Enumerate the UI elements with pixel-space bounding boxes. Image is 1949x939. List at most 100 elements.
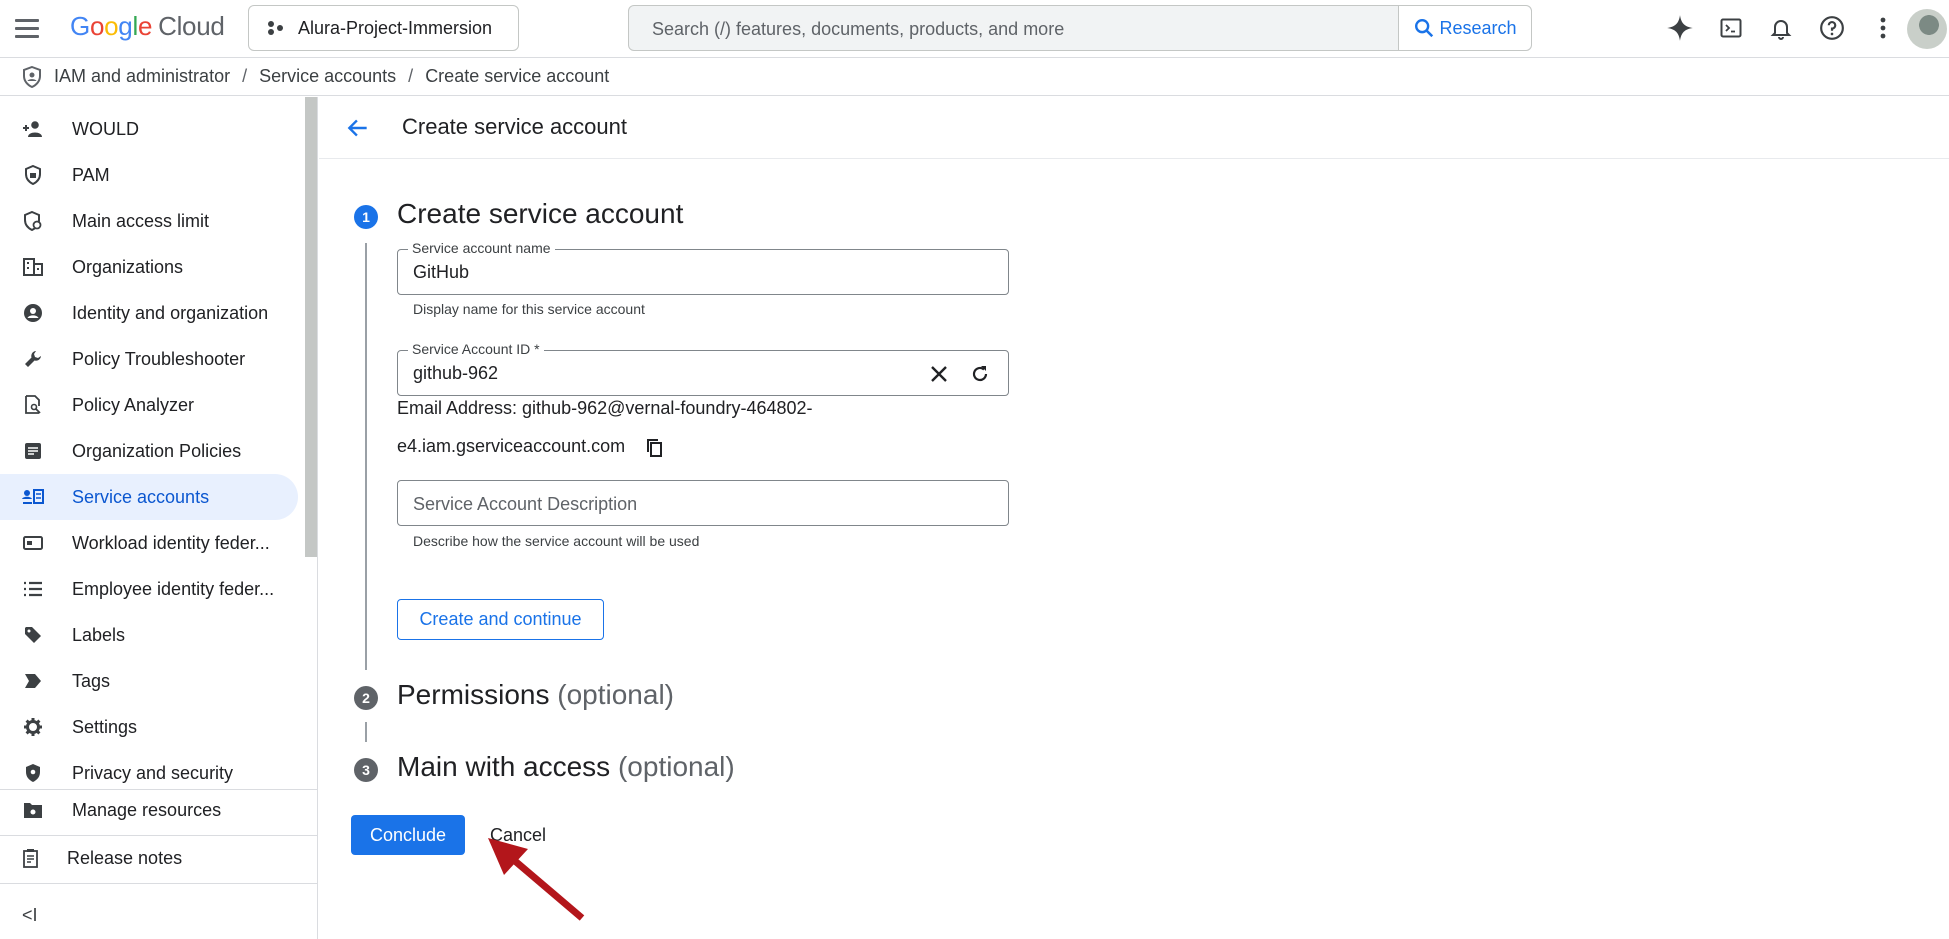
shield-person-icon: [22, 210, 44, 232]
annotation-arrow-icon: [488, 838, 585, 921]
sidebar-item-label: Policy Analyzer: [72, 394, 195, 415]
sidebar-item-organizations[interactable]: Organizations: [0, 244, 298, 290]
list-icon: [22, 578, 44, 600]
sidebar-item-main-access-limit[interactable]: Main access limit: [0, 198, 298, 244]
breadcrumb-separator: /: [242, 66, 248, 86]
step-3-optional: (optional): [617, 751, 735, 782]
release-notes-icon: [20, 847, 42, 869]
more-options-icon[interactable]: [1863, 8, 1903, 48]
step-1-title-text: Create service account: [397, 198, 684, 229]
email-address-line2: e4.iam.gserviceaccount.com: [397, 436, 626, 456]
service-account-id-field[interactable]: Service Account ID * github-962: [397, 341, 1009, 396]
sidebar-item-service-accounts[interactable]: Service accounts: [0, 474, 298, 520]
step-1-title: Create service account: [397, 198, 683, 230]
breadcrumb-iam[interactable]: IAM and administrator: [54, 66, 230, 87]
service-account-name-input[interactable]: GitHub: [413, 262, 469, 283]
top-actions: [1529, 8, 1949, 49]
step-2-title[interactable]: Permissions (optional): [397, 679, 674, 711]
refresh-icon[interactable]: [970, 364, 990, 384]
step-connector: [365, 243, 367, 670]
collapse-sidebar-button[interactable]: <I: [22, 905, 38, 926]
step-connector: [365, 722, 367, 742]
step-1-badge: 1: [354, 205, 378, 229]
sidebar-item-label: Organizations: [72, 256, 184, 277]
iam-shield-icon: [23, 65, 41, 88]
sidebar-item-label: Labels: [72, 624, 126, 645]
page-header: Create service account: [319, 97, 1949, 159]
service-account-description-hint: Describe how the service account will be…: [413, 533, 700, 549]
service-account-name-label: Service account name: [408, 240, 555, 256]
sidebar-item-organization-policies[interactable]: Organization Policies: [0, 428, 298, 474]
sidebar-item-settings[interactable]: Settings: [0, 704, 298, 750]
sidebar-item-label: Workload identity feder...: [72, 532, 270, 553]
back-arrow-icon[interactable]: [345, 115, 371, 141]
sidebar-item-tags[interactable]: Tags: [0, 658, 298, 704]
project-name: Alura-Project-Immersion: [298, 17, 493, 38]
sidebar-item-label: Service accounts: [72, 486, 210, 507]
tag-icon: [22, 670, 44, 692]
sidebar-divider: [0, 883, 318, 884]
copy-icon[interactable]: [646, 438, 664, 458]
google-cloud-logo[interactable]: Google Cloud: [70, 11, 225, 42]
step-3-badge: 3: [354, 758, 378, 782]
service-account-name-field[interactable]: Service account name GitHub: [397, 240, 1009, 295]
notifications-bell-icon[interactable]: [1761, 8, 1801, 48]
privacy-shield-icon: [22, 762, 44, 784]
sidebar-item-labels[interactable]: Labels: [0, 612, 298, 658]
main-menu-icon[interactable]: [12, 14, 42, 44]
cloud-shell-icon[interactable]: [1711, 8, 1751, 48]
id-card-icon: [22, 532, 44, 554]
release-notes-label: Release notes: [67, 847, 183, 868]
search-button-label: Research: [1439, 17, 1517, 38]
help-icon[interactable]: [1812, 8, 1852, 48]
sidebar-item-manage-resources[interactable]: Manage resources: [0, 787, 298, 833]
label-icon: [22, 624, 44, 646]
create-and-continue-button[interactable]: Create and continue: [397, 599, 604, 640]
sidebar-item-label: Tags: [72, 670, 111, 691]
shield-lock-icon: [22, 164, 44, 186]
sidebar-item-label: Settings: [72, 716, 138, 737]
sidebar-item-label: Employee identity feder...: [72, 578, 275, 599]
service-account-description-input[interactable]: Service Account Description: [413, 494, 637, 515]
page-title: Create service account: [402, 114, 627, 139]
sidebar-item-policy-analyzer[interactable]: Policy Analyzer: [0, 382, 298, 428]
search-input[interactable]: Search (/) features, documents, products…: [652, 19, 1064, 40]
doc-search-icon: [22, 394, 44, 416]
sidebar-item-label: Organization Policies: [72, 440, 242, 461]
step-3-title-text: Main with access: [397, 751, 611, 782]
sidebar-item-label: WOULD: [72, 118, 139, 139]
sidebar-scrollbar[interactable]: [305, 97, 317, 557]
service-account-id-input[interactable]: github-962: [413, 363, 498, 384]
project-icon: [266, 18, 286, 38]
user-avatar[interactable]: [1907, 9, 1947, 49]
service-account-id-label: Service Account ID *: [408, 341, 544, 357]
project-picker[interactable]: Alura-Project-Immersion: [248, 5, 519, 51]
breadcrumb-service-accounts[interactable]: Service accounts: [259, 66, 396, 87]
conclude-button[interactable]: Conclude: [351, 815, 465, 855]
building-icon: [22, 256, 44, 278]
sidebar-item-would[interactable]: WOULD: [0, 106, 298, 152]
sidebar-item-employee-identity[interactable]: Employee identity feder...: [0, 566, 298, 612]
clear-icon[interactable]: [930, 365, 948, 383]
wrench-icon: [22, 348, 44, 370]
step-3-title[interactable]: Main with access (optional): [397, 751, 735, 783]
sidebar-item-label: Main access limit: [72, 210, 210, 231]
step-2-badge: 2: [354, 686, 378, 710]
manage-resources-label: Manage resources: [72, 799, 222, 820]
service-account-name-hint: Display name for this service account: [413, 301, 645, 317]
breadcrumb-separator: /: [408, 66, 414, 86]
sidebar-item-policy-troubleshooter[interactable]: Policy Troubleshooter: [0, 336, 298, 382]
service-account-description-field[interactable]: Service Account Description: [397, 480, 1009, 526]
sidebar-item-pam[interactable]: PAM: [0, 152, 298, 198]
gemini-sparkle-icon[interactable]: [1660, 8, 1700, 48]
search-icon: [1415, 19, 1434, 38]
sidebar: WOULD PAM Main access limit Organization…: [0, 97, 318, 939]
step-2-optional: (optional): [557, 679, 674, 710]
sidebar-item-workload-identity[interactable]: Workload identity feder...: [0, 520, 298, 566]
sidebar-item-release-notes[interactable]: Release notes: [0, 835, 298, 881]
sidebar-item-identity-and-organization[interactable]: Identity and organization: [0, 290, 298, 336]
sidebar-item-label: Privacy and security: [72, 762, 234, 783]
search-button[interactable]: Research: [1398, 6, 1531, 50]
search-bar[interactable]: Search (/) features, documents, products…: [628, 5, 1532, 51]
top-bar: Google Cloud Alura-Project-Immersion Sear…: [0, 0, 1949, 58]
